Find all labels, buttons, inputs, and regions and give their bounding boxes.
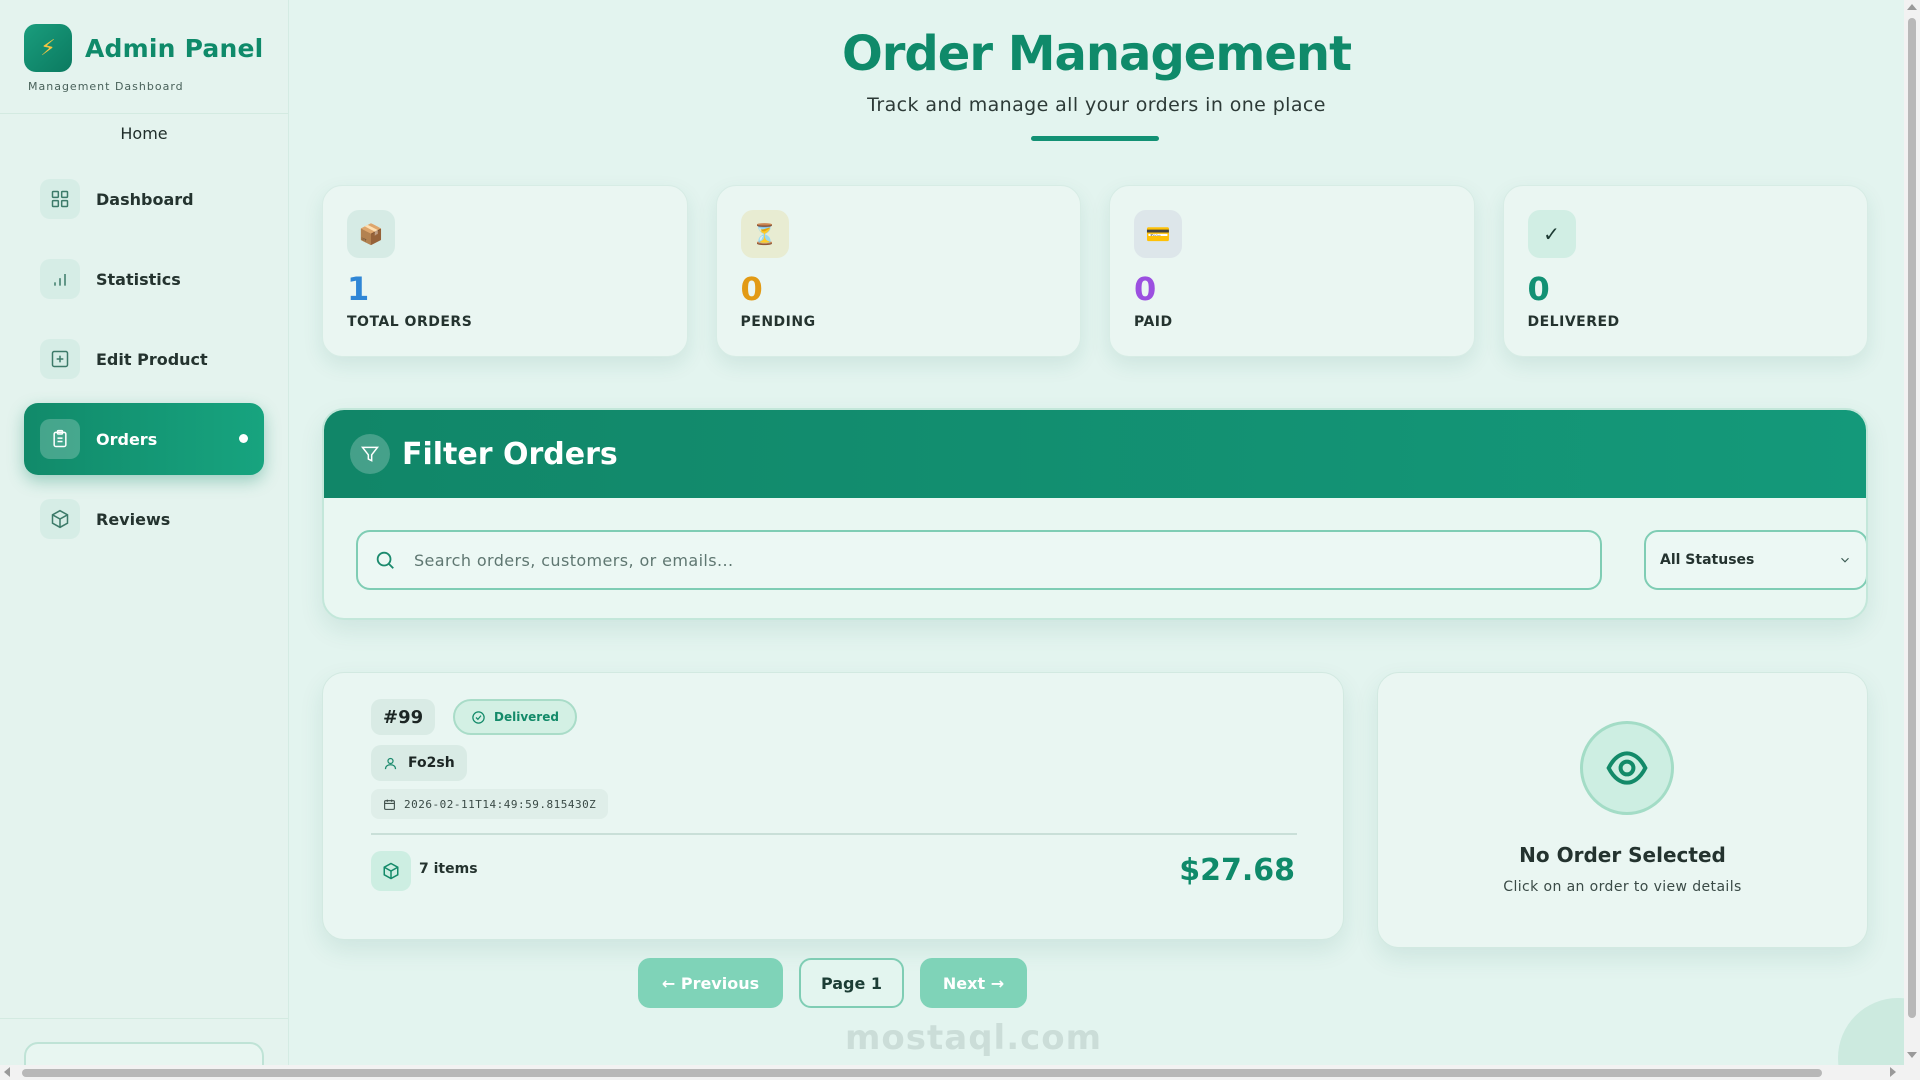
items-count: 7 items [419, 861, 478, 877]
brand-title: Admin Panel [85, 33, 264, 63]
scroll-down-arrow-icon[interactable] [1907, 1052, 1917, 1058]
box-icon [371, 851, 411, 891]
order-detail-panel: No Order Selected Click on an order to v… [1377, 672, 1868, 948]
chevron-down-icon [1841, 557, 1849, 563]
detail-empty-subtitle: Click on an order to view details [1503, 879, 1742, 895]
active-indicator-dot [239, 434, 248, 443]
sidebar-item-statistics[interactable]: Statistics [24, 243, 264, 315]
stat-card-total-orders: 📦 1 TOTAL ORDERS [322, 185, 688, 357]
brand[interactable]: ⚡ Admin Panel [0, 0, 288, 72]
stat-value: 0 [1527, 270, 1550, 308]
filter-card: Filter Orders All Statuses [322, 408, 1868, 620]
sidebar-item-label: Edit Product [96, 349, 208, 369]
customer-name: Fo2sh [408, 755, 455, 771]
horizontal-scroll-thumb[interactable] [22, 1069, 1822, 1077]
stats-row: 📦 1 TOTAL ORDERS ⏳ 0 PENDING 💳 0 PAID ✓ … [322, 185, 1868, 357]
status-filter-value: All Statuses [1660, 552, 1755, 568]
sidebar-item-label: Reviews [96, 509, 171, 529]
eye-icon [1580, 721, 1674, 815]
bar-chart-icon [40, 259, 80, 299]
sidebar: ⚡ Admin Panel Management Dashboard Home … [0, 0, 289, 1080]
sidebar-item-label: Orders [96, 429, 158, 449]
clipboard-icon [40, 419, 80, 459]
title-underline [1031, 136, 1159, 141]
status-filter-select[interactable]: All Statuses [1644, 530, 1866, 590]
calendar-icon [384, 799, 395, 810]
user-icon [384, 757, 397, 769]
scroll-right-arrow-icon[interactable] [1890, 1067, 1896, 1077]
brand-subtitle: Management Dashboard [28, 80, 184, 93]
check-circle-icon [472, 710, 485, 724]
watermark: mostaql.com [845, 1018, 1103, 1058]
credit-card-icon: 💳 [1134, 210, 1182, 258]
sidebar-item-orders[interactable]: Orders [24, 403, 264, 475]
horizontal-scrollbar[interactable] [0, 1065, 1920, 1080]
stat-label: PAID [1134, 314, 1173, 330]
sidebar-item-label: Dashboard [96, 189, 194, 209]
stat-label: PENDING [740, 314, 816, 330]
sidebar-item-reviews[interactable]: Reviews [24, 483, 264, 555]
scroll-up-arrow-icon[interactable] [1907, 4, 1917, 10]
previous-page-button[interactable]: ← Previous [638, 958, 783, 1008]
filter-icon [350, 434, 390, 474]
page-subtitle: Track and manage all your orders in one … [867, 94, 1326, 116]
plus-square-icon [40, 339, 80, 379]
sidebar-item-label: Statistics [96, 269, 181, 289]
grid-icon [40, 179, 80, 219]
filter-title: Filter Orders [402, 436, 618, 472]
sidebar-item-edit-product[interactable]: Edit Product [24, 323, 264, 395]
main-content: Order Management Track and manage all yo… [289, 0, 1904, 1065]
order-date: 2026-02-11T14:49:59.815430Z [371, 789, 609, 819]
order-divider [371, 833, 1297, 835]
next-page-button[interactable]: Next → [920, 958, 1027, 1008]
current-page-indicator: Page 1 [799, 958, 904, 1008]
order-total: $27.68 [1179, 853, 1295, 888]
stat-value: 1 [347, 270, 370, 308]
stat-card-paid: 💳 0 PAID [1109, 185, 1475, 357]
package-icon: 📦 [347, 210, 395, 258]
scroll-left-arrow-icon[interactable] [4, 1067, 10, 1077]
order-date-value: 2026-02-11T14:49:59.815430Z [404, 797, 597, 811]
lightning-icon: ⚡ [24, 24, 72, 72]
search-input[interactable] [414, 550, 1564, 570]
checkmark-icon: ✓ [1527, 210, 1576, 258]
stat-card-pending: ⏳ 0 PENDING [715, 185, 1081, 357]
stat-label: TOTAL ORDERS [347, 314, 473, 330]
stat-label: DELIVERED [1527, 314, 1620, 330]
sidebar-divider [0, 113, 288, 114]
vertical-scroll-thumb[interactable] [1908, 18, 1916, 1018]
search-icon [376, 551, 394, 569]
sidebar-nav: Dashboard Statistics Edit Product Orders [0, 163, 288, 555]
search-box[interactable] [356, 530, 1602, 590]
pagination: ← Previous Page 1 Next → [638, 958, 1027, 1008]
sidebar-bottom-divider [0, 1018, 288, 1019]
order-customer: Fo2sh [371, 745, 467, 781]
stat-value: 0 [1134, 270, 1157, 308]
detail-empty-title: No Order Selected [1519, 843, 1726, 867]
page-title: Order Management [841, 26, 1352, 82]
hourglass-icon: ⏳ [740, 210, 789, 258]
stat-card-delivered: ✓ 0 DELIVERED [1502, 185, 1868, 357]
vertical-scrollbar[interactable] [1904, 0, 1920, 1065]
box-icon [40, 499, 80, 539]
stat-value: 0 [740, 270, 763, 308]
filter-header: Filter Orders [324, 410, 1866, 498]
order-id: #99 [371, 699, 436, 735]
order-card[interactable]: #99 Delivered Fo2sh 2026-02-11T14:49:59.… [322, 672, 1344, 940]
home-link[interactable]: Home [0, 124, 288, 143]
status-badge-label: Delivered [494, 710, 559, 724]
sidebar-item-dashboard[interactable]: Dashboard [24, 163, 264, 235]
status-badge: Delivered [453, 699, 577, 735]
